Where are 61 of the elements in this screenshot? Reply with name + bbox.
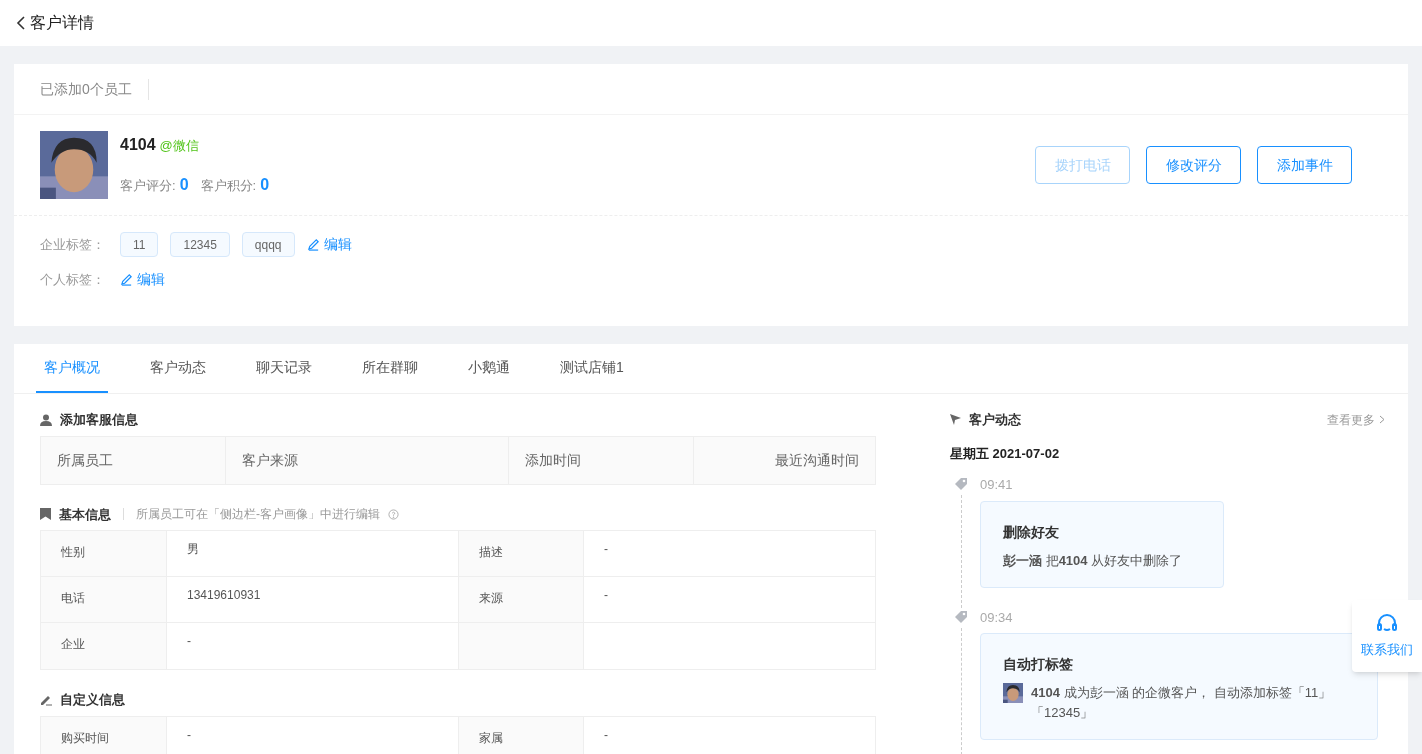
chevron-icon	[1379, 415, 1385, 425]
tag-icon	[954, 477, 968, 491]
section-title: 客户动态	[969, 411, 1021, 429]
column-header: 添加时间	[509, 436, 694, 484]
table-cell-text: -	[603, 587, 609, 604]
customer-name: 4104	[120, 135, 156, 155]
tab[interactable]: 所在群聊	[354, 357, 426, 393]
tag-chip: 12345	[170, 232, 230, 257]
tab[interactable]: 聊天记录	[248, 357, 320, 393]
table-cell-text: -	[603, 726, 609, 744]
tab[interactable]: 客户动态	[142, 357, 214, 393]
label-cell: 家属	[459, 716, 584, 754]
points-value: 0	[260, 175, 270, 195]
page-title: 客户详情	[30, 13, 94, 33]
event-text: 4104 成为彭一涵 的企微客户， 自动添加标签「11」「12345」	[1031, 684, 1333, 722]
label-cell: 企业	[41, 623, 167, 669]
action-button[interactable]: 添加事件	[1257, 146, 1352, 184]
event-time: 09:34	[980, 608, 1014, 627]
edit-link[interactable]: 编辑	[306, 234, 352, 255]
column-header: 最近沟通时间	[774, 450, 860, 470]
event-time: 09:41	[980, 476, 1014, 494]
help-icon	[388, 508, 399, 520]
section-title: 基本信息	[59, 505, 111, 524]
score-value: 0	[179, 175, 189, 195]
tag-chip: 11	[120, 232, 159, 257]
activity-date: 星期五 2021-07-02	[950, 444, 1061, 463]
tab[interactable]: 小鹅通	[460, 357, 518, 393]
column-header: 客户来源	[226, 436, 509, 484]
label-cell: 性别	[41, 531, 167, 576]
section-hint: 所属员工可在「侧边栏-客户画像」中进行编辑	[136, 506, 380, 524]
label-cell: 电话	[41, 577, 167, 622]
bookmark-icon	[40, 508, 51, 521]
label-cell: 来源	[459, 577, 584, 622]
tag-icon	[954, 609, 968, 624]
edit-link[interactable]: 编辑	[120, 269, 165, 290]
event-title: 自动打标签	[1003, 655, 1074, 674]
points-label: 客户积分:	[200, 177, 257, 195]
action-button[interactable]: 修改评分	[1146, 146, 1241, 184]
tag-chip: qqqq	[241, 232, 295, 257]
tag-row-label: 个人标签：	[40, 270, 106, 289]
pencil-icon	[120, 273, 133, 286]
score-label: 客户评分:	[120, 177, 176, 195]
label-cell: 描述	[459, 531, 584, 576]
tab[interactable]: 客户概况	[36, 357, 108, 393]
tab[interactable]: 测试店铺1	[552, 357, 632, 393]
section-title: 自定义信息	[60, 691, 125, 709]
back-icon[interactable]	[16, 16, 26, 30]
label-cell: 购买时间	[41, 716, 167, 754]
view-more-link[interactable]: 查看更多	[1327, 410, 1385, 429]
event-text: 彭一涵 把4104 从好友中删除了	[1003, 551, 1183, 570]
tag-row-label: 企业标签：	[40, 235, 106, 254]
section-title: 添加客服信息	[60, 411, 138, 429]
contact-button[interactable]: 联系我们	[1352, 600, 1422, 672]
source-label: @微信	[159, 137, 199, 155]
pencil-icon	[306, 238, 320, 251]
event-title: 删除好友	[1003, 522, 1060, 542]
table-cell-text: -	[603, 541, 609, 558]
person-icon	[40, 413, 52, 426]
staff-count: 已添加0个员工	[40, 78, 149, 100]
pencil-icon	[40, 693, 52, 706]
column-header: 所属员工	[41, 436, 226, 484]
